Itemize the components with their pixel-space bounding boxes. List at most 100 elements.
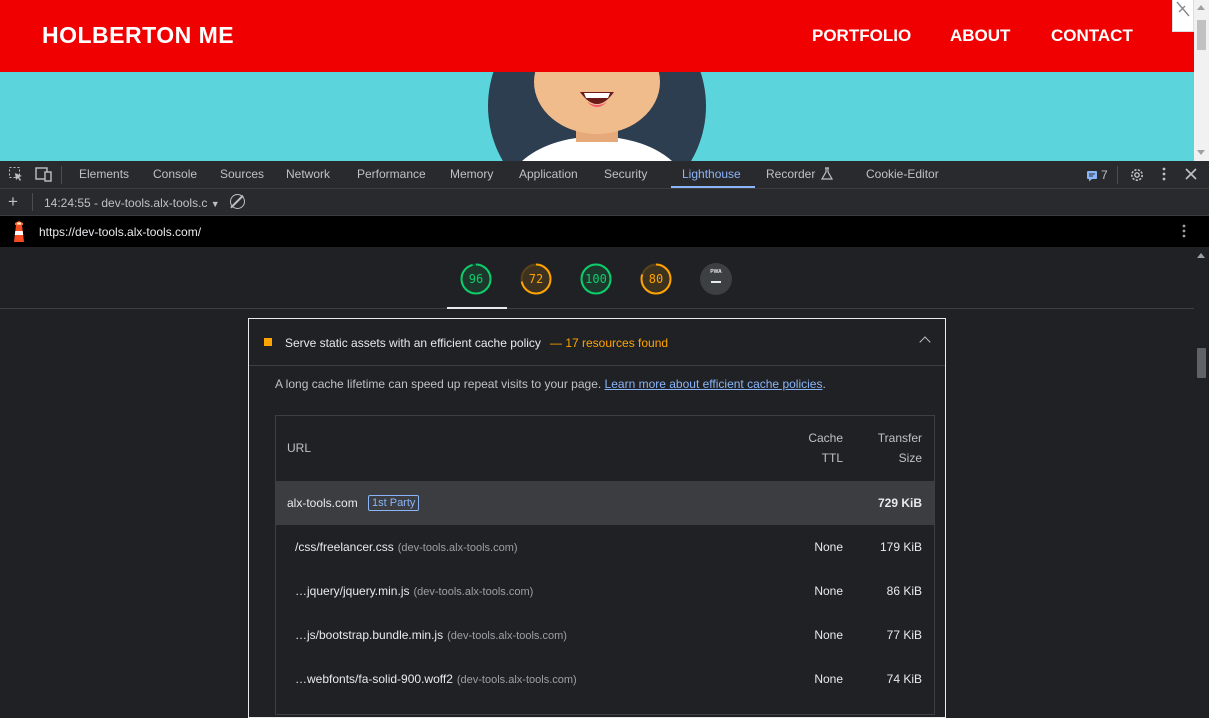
active-tab-indicator	[671, 186, 755, 188]
score-gauge-best-practices[interactable]: 100	[580, 263, 612, 295]
score-gauge-pwa[interactable]: PWA	[700, 263, 732, 295]
tab-sources[interactable]: Sources	[220, 161, 264, 189]
column-header-url: URL	[287, 441, 312, 455]
resources-table: URL Cache TTL Transfer Size alx-tools.co…	[275, 415, 935, 715]
clear-reports-icon[interactable]	[230, 194, 245, 209]
score-value: 100	[585, 272, 607, 286]
scroll-down-arrow-icon[interactable]	[1197, 150, 1205, 155]
extension-corner-tab[interactable]	[1172, 0, 1194, 32]
column-header-cache-ttl-line1: Cache	[808, 431, 843, 445]
row-cache-ttl: None	[814, 672, 843, 686]
dropdown-caret-icon: ▼	[210, 199, 220, 209]
audit-uses-long-cache-ttl: Serve static assets with an efficient ca…	[248, 318, 946, 718]
row-url[interactable]: /css/freelancer.css (dev-tools.alx-tools.…	[295, 540, 518, 554]
site-navbar: HOLBERTON ME PORTFOLIO ABOUT CONTACT	[0, 0, 1194, 72]
audit-description: A long cache lifetime can speed up repea…	[275, 377, 826, 391]
row-url-path: …webfonts/fa-solid-900.woff2	[295, 672, 453, 686]
audit-title: Serve static assets with an efficient ca…	[285, 336, 541, 350]
tab-elements[interactable]: Elements	[79, 161, 129, 189]
row-cache-ttl: None	[814, 540, 843, 554]
url-more-options-icon[interactable]	[1180, 222, 1188, 245]
report-selector-value: 14:24:55 - dev-tools.alx-tools.c	[44, 196, 208, 210]
chevron-up-icon[interactable]	[919, 336, 931, 348]
row-url-host: (dev-tools.alx-tools.com)	[456, 674, 577, 686]
selected-gauge-indicator	[447, 307, 507, 309]
description-period: .	[822, 377, 826, 391]
tab-recorder[interactable]: Recorder	[766, 161, 815, 189]
device-toggle-icon[interactable]	[35, 166, 53, 185]
website-scroll-thumb[interactable]	[1197, 20, 1206, 50]
audit-description-text: A long cache lifetime can speed up repea…	[275, 377, 602, 391]
table-group-row[interactable]: alx-tools.com 1st Party 729 KiB	[276, 481, 934, 525]
more-options-icon[interactable]	[1160, 166, 1168, 185]
site-brand[interactable]: HOLBERTON ME	[42, 22, 234, 49]
row-url-path: …jquery/jquery.min.js	[295, 584, 410, 598]
website-viewport: HOLBERTON ME PORTFOLIO ABOUT CONTACT	[0, 0, 1209, 161]
tab-performance[interactable]: Performance	[357, 161, 426, 189]
score-gauge-performance[interactable]: 96	[460, 263, 492, 295]
score-gauge-seo[interactable]: 80	[640, 263, 672, 295]
report-scrollbar[interactable]	[1194, 247, 1209, 699]
group-transfer-size: 729 KiB	[877, 496, 922, 510]
nav-link-contact[interactable]: CONTACT	[1051, 26, 1133, 46]
row-url-host: (dev-tools.alx-tools.com)	[397, 542, 518, 554]
new-report-plus-icon[interactable]: +	[8, 193, 18, 210]
toolbar-divider	[32, 193, 33, 211]
website-hero: HOLBERTON ME PORTFOLIO ABOUT CONTACT	[0, 0, 1194, 161]
report-scroll-up-icon[interactable]	[1197, 253, 1205, 258]
audit-display-value: — 17 resources found	[550, 336, 669, 350]
settings-gear-icon[interactable]	[1129, 167, 1145, 186]
column-header-size-line2: Size	[898, 451, 922, 465]
score-value: 80	[648, 272, 664, 286]
row-cache-ttl: None	[814, 584, 843, 598]
tab-cookie-editor[interactable]: Cookie-Editor	[866, 161, 939, 189]
column-header-cache-ttl-line2: TTL	[821, 451, 843, 465]
tab-memory[interactable]: Memory	[450, 161, 493, 189]
tab-application[interactable]: Application	[519, 161, 578, 189]
row-url[interactable]: …jquery/jquery.min.js (dev-tools.alx-tool…	[295, 584, 533, 598]
score-value: 72	[528, 272, 544, 286]
column-header-size-line1: Transfer	[877, 431, 922, 445]
tab-console[interactable]: Console	[153, 161, 197, 189]
average-score-square-icon	[264, 338, 272, 346]
tab-security[interactable]: Security	[604, 161, 647, 189]
row-transfer-size: 74 KiB	[886, 672, 922, 686]
learn-more-link[interactable]: Learn more about efficient cache policie…	[605, 377, 823, 391]
audit-header[interactable]: Serve static assets with an efficient ca…	[249, 319, 945, 366]
nav-link-portfolio[interactable]: PORTFOLIO	[812, 26, 911, 46]
inspect-element-icon[interactable]	[8, 166, 24, 185]
row-url-path: …js/bootstrap.bundle.min.js	[295, 628, 444, 642]
lighthouse-logo-icon	[11, 221, 27, 248]
pwa-label: PWA	[710, 269, 722, 275]
flask-icon	[820, 167, 834, 184]
table-row[interactable]: …js/bootstrap.bundle.min.js (dev-tools.al…	[276, 613, 934, 657]
report-selector[interactable]: 14:24:55 - dev-tools.alx-tools.c ▼	[44, 196, 220, 210]
row-transfer-size: 86 KiB	[886, 584, 922, 598]
row-url-host: (dev-tools.alx-tools.com)	[413, 586, 534, 598]
close-devtools-icon[interactable]	[1184, 167, 1198, 184]
scroll-up-arrow-icon[interactable]	[1197, 5, 1205, 10]
row-transfer-size: 179 KiB	[879, 540, 922, 554]
row-url[interactable]: …js/bootstrap.bundle.min.js (dev-tools.al…	[295, 628, 567, 642]
score-gauge-accessibility[interactable]: 72	[520, 263, 552, 295]
issues-count[interactable]: 7	[1101, 168, 1108, 182]
first-party-badge: 1st Party	[368, 495, 420, 511]
website-scrollbar[interactable]	[1194, 0, 1209, 161]
row-transfer-size: 77 KiB	[886, 628, 922, 642]
row-url-host: (dev-tools.alx-tools.com)	[447, 630, 567, 642]
tab-network[interactable]: Network	[286, 161, 330, 189]
tabbar-divider	[61, 166, 62, 184]
tab-lighthouse[interactable]: Lighthouse	[682, 161, 741, 189]
row-url[interactable]: …webfonts/fa-solid-900.woff2 (dev-tools.a…	[295, 672, 577, 686]
report-scroll-thumb[interactable]	[1197, 348, 1206, 378]
audited-url[interactable]: https://dev-tools.alx-tools.com/	[39, 225, 201, 239]
group-entity-name: alx-tools.com	[287, 496, 358, 510]
issues-icon[interactable]	[1086, 169, 1098, 185]
table-row[interactable]: …webfonts/fa-solid-900.woff2 (dev-tools.a…	[276, 657, 934, 701]
row-url-path: /css/freelancer.css	[295, 540, 394, 554]
nav-link-about[interactable]: ABOUT	[950, 26, 1010, 46]
score-value: 96	[468, 272, 484, 286]
table-row[interactable]: /css/freelancer.css (dev-tools.alx-tools.…	[276, 525, 934, 569]
row-cache-ttl: None	[814, 628, 843, 642]
table-row[interactable]: …jquery/jquery.min.js (dev-tools.alx-tool…	[276, 569, 934, 613]
